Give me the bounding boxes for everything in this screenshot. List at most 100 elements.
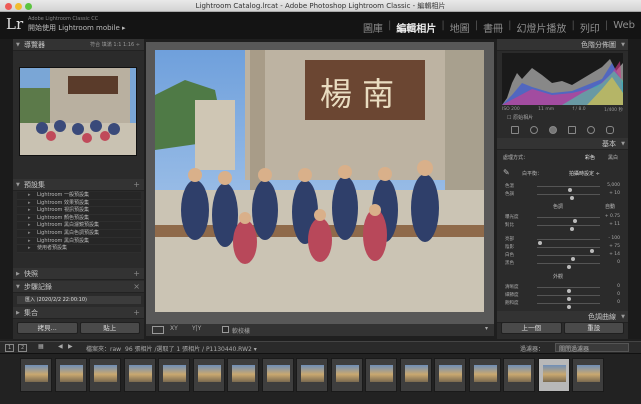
slider-row[interactable]: 曝光度 + 0.75: [499, 213, 626, 223]
slider-row[interactable]: 色溫 5,000: [499, 182, 626, 192]
back-arrow-icon[interactable]: ◀: [58, 343, 63, 350]
slider-value[interactable]: + 11: [609, 222, 620, 227]
filmstrip-thumbnail[interactable]: [399, 358, 432, 392]
filmstrip-thumbnail[interactable]: [158, 358, 190, 392]
loupe-view-icon[interactable]: [152, 326, 164, 334]
filmstrip-thumbnail[interactable]: [468, 358, 501, 392]
slider-row[interactable]: 白色 + 14: [499, 251, 626, 261]
filter-select[interactable]: 關閉過濾器: [555, 343, 629, 353]
filmstrip-thumbnail[interactable]: [89, 358, 121, 392]
slider-track[interactable]: [537, 295, 600, 301]
basic-header[interactable]: 基本 ▼: [497, 138, 628, 150]
slider-row[interactable]: 清晰度 0: [499, 283, 626, 293]
module-develop[interactable]: 編輯相片: [396, 20, 436, 35]
filmstrip-thumbnail[interactable]: [227, 358, 259, 392]
module-library[interactable]: 圖庫: [363, 20, 383, 35]
history-step[interactable]: 匯入 (2020/2/2 22:00:10): [17, 296, 141, 304]
secondary-window-button[interactable]: 2: [18, 344, 28, 352]
preset-folder[interactable]: Lightroom 視訊預設集: [17, 207, 141, 215]
slider-track[interactable]: [537, 263, 600, 269]
slider-knob[interactable]: [566, 305, 571, 309]
red-eye-icon[interactable]: [548, 126, 557, 134]
filmstrip-thumbnail[interactable]: [330, 358, 363, 392]
module-slideshow[interactable]: 幻燈片播放: [516, 20, 566, 35]
filmstrip-source[interactable]: 檔案夾：raw: [86, 344, 121, 353]
slider-value[interactable]: 0: [617, 284, 620, 289]
histogram[interactable]: [502, 53, 623, 105]
slider-track[interactable]: [537, 287, 600, 293]
filmstrip-info[interactable]: 96 張相片 /選取了 1 張相片 / P1130440.RW2 ▾: [125, 344, 257, 353]
forward-arrow-icon[interactable]: ▶: [68, 343, 73, 350]
preset-folder[interactable]: Lightroom 黑白色調預設集: [17, 229, 141, 238]
filmstrip-thumbnail[interactable]: [261, 358, 294, 392]
slider-track[interactable]: [537, 186, 600, 192]
filmstrip-thumbnail[interactable]: [434, 358, 466, 392]
slider-value[interactable]: 0: [617, 260, 620, 265]
adjustment-brush-icon[interactable]: [606, 126, 615, 134]
histogram-header[interactable]: 色階分佈圖 ▼: [497, 39, 628, 51]
slider-row[interactable]: 對比 + 11: [499, 221, 626, 231]
paste-settings-button[interactable]: 貼上: [79, 322, 140, 334]
slider-value[interactable]: 0: [617, 300, 620, 305]
filmstrip-thumbnail[interactable]: [537, 358, 570, 392]
before-after-split-icon[interactable]: Y|Y: [192, 325, 201, 332]
module-web[interactable]: Web: [613, 20, 635, 35]
filmstrip-thumbnail[interactable]: [296, 358, 328, 392]
treatment-color-option[interactable]: 彩色: [585, 154, 595, 161]
slider-value[interactable]: + 0.75: [605, 214, 620, 219]
filmstrip-thumbnail[interactable]: [572, 358, 604, 392]
add-preset-icon[interactable]: +: [133, 179, 140, 191]
slider-row[interactable]: 陰影 + 75: [499, 243, 626, 253]
mobile-link[interactable]: 開始使用 Lightroom mobile ▸: [28, 23, 126, 33]
previous-settings-button[interactable]: 上一個: [501, 322, 562, 334]
navigator-zoom-options[interactable]: 符合 填滿 1:1 1:16 ÷: [90, 39, 140, 51]
grid-view-icon[interactable]: ▦: [38, 343, 44, 350]
slider-track[interactable]: [537, 239, 600, 245]
snapshots-header[interactable]: ▶ 快照 +: [13, 268, 144, 280]
left-panel-toggle[interactable]: [0, 39, 13, 339]
radial-filter-icon[interactable]: [587, 126, 596, 134]
preset-folder[interactable]: 使用者預設集: [17, 245, 141, 253]
reset-button[interactable]: 重設: [563, 322, 624, 334]
navigator-header[interactable]: ▼ 導覽器 符合 填滿 1:1 1:16 ÷: [13, 39, 144, 51]
slider-value[interactable]: 0: [617, 292, 620, 297]
module-print[interactable]: 列印: [580, 20, 600, 35]
slider-track[interactable]: [537, 225, 600, 231]
before-after-icon[interactable]: XY: [170, 325, 178, 332]
module-map[interactable]: 地圖: [450, 20, 470, 35]
collections-header[interactable]: ▶ 集合 +: [13, 307, 144, 319]
slider-value[interactable]: + 75: [609, 244, 620, 249]
slider-row[interactable]: 飽和度 0: [499, 299, 626, 309]
history-header[interactable]: ▼ 步驟記錄 ×: [13, 281, 144, 293]
soft-proofing-checkbox[interactable]: [222, 326, 229, 333]
filmstrip-thumbnail[interactable]: [365, 358, 397, 392]
graduated-filter-icon[interactable]: [568, 126, 577, 134]
slider-track[interactable]: [537, 194, 600, 200]
slider-row[interactable]: 色調 + 10: [499, 190, 626, 200]
slider-track[interactable]: [537, 255, 600, 261]
slider-value[interactable]: - 100: [608, 236, 620, 241]
filmstrip-thumbnail[interactable]: [20, 358, 52, 392]
wb-select[interactable]: 拍攝時設定 ÷: [569, 170, 600, 177]
crop-tool-icon[interactable]: [510, 126, 519, 134]
white-balance-picker-icon[interactable]: ✎: [503, 168, 510, 177]
slider-knob[interactable]: [569, 196, 574, 200]
slider-value[interactable]: + 14: [609, 252, 620, 257]
spot-removal-icon[interactable]: [529, 126, 538, 134]
slider-row[interactable]: 黑色 0: [499, 259, 626, 269]
slider-knob[interactable]: [566, 265, 571, 269]
filmstrip-thumbnail[interactable]: [54, 358, 87, 392]
primary-window-button[interactable]: 1: [5, 344, 15, 352]
slider-value[interactable]: + 10: [609, 191, 620, 196]
slider-knob[interactable]: [569, 227, 574, 231]
treatment-bw-option[interactable]: 黑白: [608, 154, 618, 161]
slider-row[interactable]: 亮部 - 100: [499, 235, 626, 245]
slider-track[interactable]: [537, 217, 600, 223]
right-panel-toggle[interactable]: [628, 39, 641, 339]
presets-header[interactable]: ▼ 預設集 +: [13, 179, 144, 191]
auto-tone-button[interactable]: 自動: [605, 203, 615, 210]
slider-row[interactable]: 細節度 0: [499, 291, 626, 301]
slider-track[interactable]: [537, 303, 600, 309]
slider-track[interactable]: [537, 247, 600, 253]
copy-settings-button[interactable]: 拷貝...: [17, 322, 78, 334]
